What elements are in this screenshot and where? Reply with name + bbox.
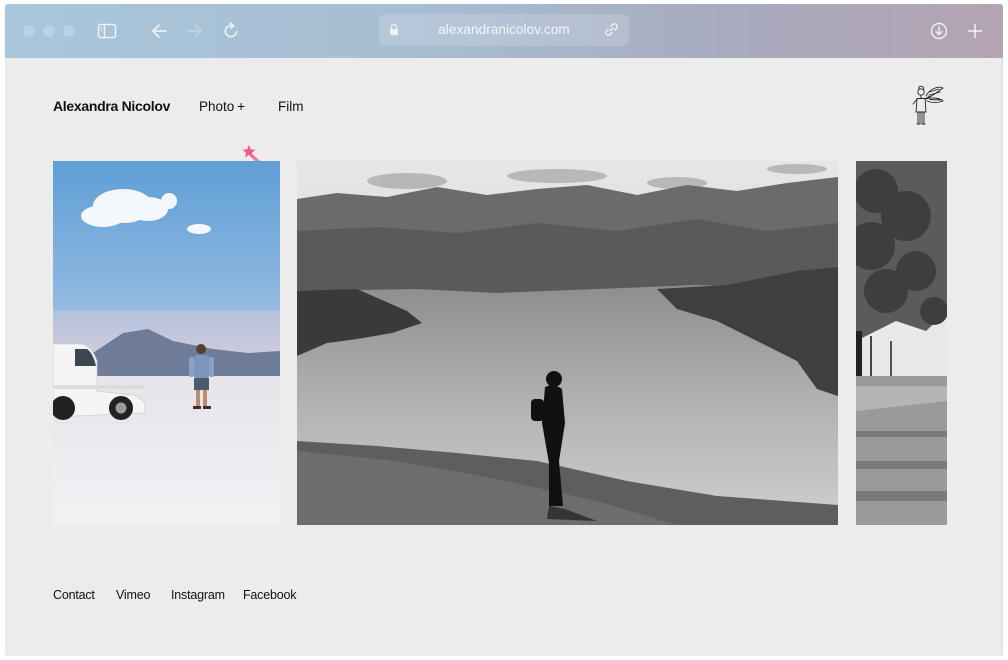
minimize-window-button[interactable]: [43, 25, 55, 37]
nav-film[interactable]: Film: [278, 99, 304, 114]
site-title[interactable]: Alexandra Nicolov: [53, 98, 170, 114]
browser-toolbar: alexandranicolov.com: [5, 4, 1003, 58]
forward-arrow-icon[interactable]: [183, 19, 207, 43]
address-bar[interactable]: alexandranicolov.com: [379, 14, 629, 46]
footer-link-instagram[interactable]: Instagram: [171, 588, 225, 602]
nav-photo-expand-icon[interactable]: +: [237, 98, 245, 114]
new-tab-icon[interactable]: [963, 19, 987, 43]
gallery-photo-3[interactable]: [856, 161, 947, 525]
back-arrow-icon[interactable]: [147, 19, 171, 43]
footer-link-contact[interactable]: Contact: [53, 588, 95, 602]
fairy-logo[interactable]: [909, 84, 945, 137]
gallery-photo-1[interactable]: [53, 161, 280, 525]
reload-icon[interactable]: [219, 19, 243, 43]
gallery-photo-2[interactable]: [297, 161, 838, 525]
scrollbar-track[interactable]: [1001, 58, 1003, 656]
downloads-icon[interactable]: [927, 19, 951, 43]
zoom-window-button[interactable]: [63, 25, 75, 37]
close-window-button[interactable]: [23, 25, 35, 37]
browser-window: alexandranicolov.com Alexandra Nicolov P…: [5, 4, 1003, 656]
url-text: alexandranicolov.com: [438, 22, 570, 37]
link-icon[interactable]: [604, 22, 619, 42]
sidebar-toggle-icon[interactable]: [95, 19, 119, 43]
footer-link-vimeo[interactable]: Vimeo: [116, 588, 150, 602]
footer-link-facebook[interactable]: Facebook: [243, 588, 296, 602]
nav-photo[interactable]: Photo: [199, 99, 234, 114]
